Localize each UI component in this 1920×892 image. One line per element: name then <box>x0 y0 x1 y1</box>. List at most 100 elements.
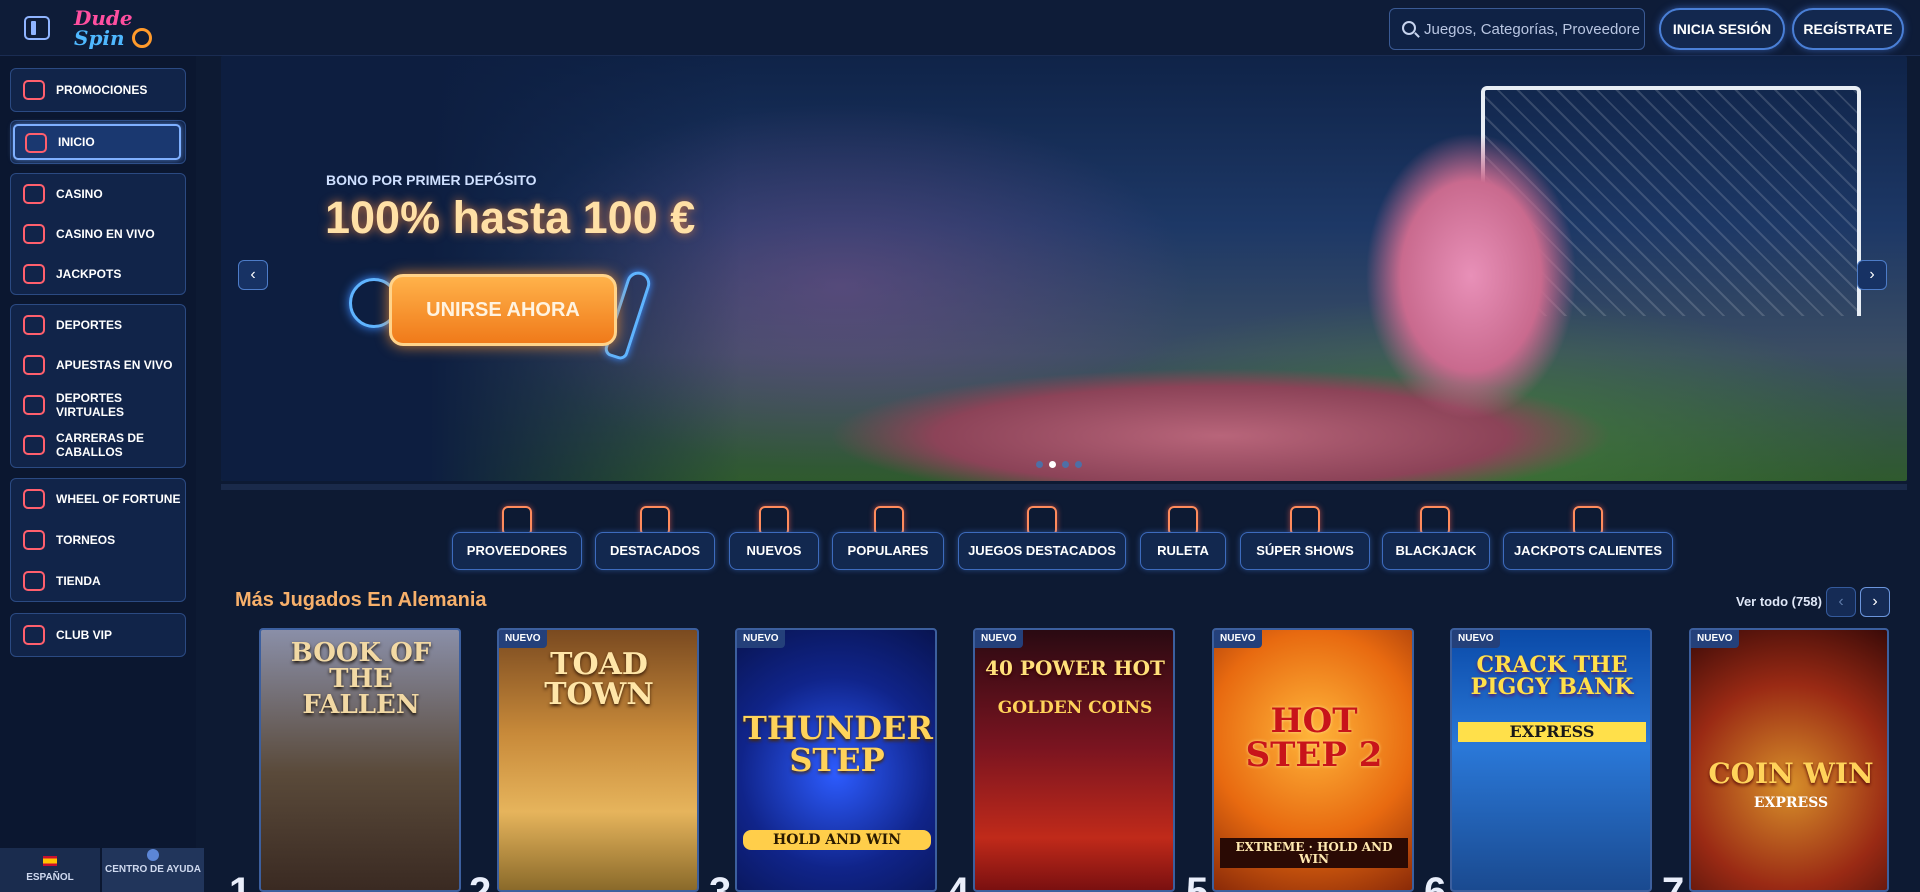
game-tile[interactable]: NUEVO THUNDER STEP HOLD AND WIN <box>735 628 937 892</box>
sidebar-item-label: INICIO <box>58 135 95 149</box>
hero-title: 100% hasta 100 € <box>325 192 696 243</box>
sidebar-group-home: INICIO <box>10 120 186 164</box>
sidebar-group-promotions: PROMOCIONES <box>10 68 186 112</box>
game-subtitle: EXTREME · HOLD AND WIN <box>1220 838 1408 868</box>
spade-icon <box>23 184 45 204</box>
game-subtitle: GOLDEN COINS <box>997 698 1153 718</box>
game-title: CRACK THE PIGGY BANK <box>1470 652 1634 700</box>
megaphone-icon <box>23 80 45 100</box>
game-rank: 6 <box>1424 870 1447 892</box>
hero-prev-button[interactable]: ‹ <box>238 260 268 290</box>
sidebar-item-label: CASINO <box>56 187 103 201</box>
sidebar-item-label: TORNEOS <box>56 533 116 547</box>
game-rank: 1 <box>229 870 252 892</box>
new-badge: NUEVO <box>1214 630 1262 648</box>
game-tile[interactable]: NUEVO HOT STEP 2 EXTREME · HOLD AND WIN <box>1212 628 1414 892</box>
carousel-next-button[interactable]: › <box>1860 587 1890 617</box>
carousel-prev-button[interactable]: ‹ <box>1826 587 1856 617</box>
sidebar-item-label: CARRERAS DE CABALLOS <box>56 431 145 459</box>
search-box[interactable] <box>1389 8 1645 50</box>
logo-text-bottom: Spin <box>74 26 125 50</box>
hero-banner[interactable]: BONO POR PRIMER DEPÓSITO 100% hasta 100 … <box>221 56 1907 481</box>
sidebar-item-home[interactable]: INICIO <box>13 124 181 160</box>
sidebar-item-horse-racing[interactable]: CARRERAS DE CABALLOS <box>11 425 185 465</box>
logo-ball-icon <box>132 28 152 48</box>
wheel-icon <box>23 489 45 509</box>
category-featured[interactable]: DESTACADOS <box>595 532 715 570</box>
cards-icon <box>23 224 45 244</box>
category-new[interactable]: NUEVOS <box>729 532 819 570</box>
game-tile[interactable]: NUEVO CRACK THE PIGGY BANK EXPRESS <box>1450 628 1652 892</box>
sidebar-group-sports: DEPORTES APUESTAS EN VIVO DEPORTES VIRTU… <box>10 304 186 468</box>
sidebar-item-label: CASINO EN VIVO <box>56 227 155 241</box>
sidebar-item-casino[interactable]: CASINO <box>11 174 185 214</box>
crown-icon <box>23 625 45 645</box>
category-super-shows[interactable]: SÚPER SHOWS <box>1240 532 1370 570</box>
login-button[interactable]: INICIA SESIÓN <box>1659 8 1785 50</box>
category-popular[interactable]: POPULARES <box>832 532 944 570</box>
game-rank: 7 <box>1662 870 1685 892</box>
join-now-button[interactable]: UNIRSE AHORA <box>389 274 617 346</box>
game-tile[interactable]: NUEVO TOAD TOWN <box>497 628 699 892</box>
register-button[interactable]: REGÍSTRATE <box>1792 8 1904 50</box>
hero-dot[interactable] <box>1075 461 1082 468</box>
logo[interactable]: Dude Spin <box>70 4 160 52</box>
hero-dot[interactable] <box>1036 461 1043 468</box>
ball-icon <box>23 315 45 335</box>
game-tile[interactable]: NUEVO COIN WIN EXPRESS <box>1689 628 1889 892</box>
game-tile[interactable]: BOOK OF THE FALLEN <box>259 628 461 892</box>
sidebar-toggle-icon[interactable] <box>24 16 50 40</box>
sidebar-item-vip[interactable]: CLUB VIP <box>11 615 185 655</box>
game-subtitle: EXPRESS <box>1458 722 1646 742</box>
sidebar-item-sports[interactable]: DEPORTES <box>11 305 185 345</box>
view-all-link[interactable]: Ver todo (758) <box>1736 594 1822 609</box>
game-rank: 5 <box>1186 870 1209 892</box>
game-rank: 3 <box>709 870 732 892</box>
live-icon <box>23 355 45 375</box>
shopping-bag-icon <box>23 571 45 591</box>
hero-dot-active[interactable] <box>1049 461 1056 468</box>
game-title: 40 POWER HOT <box>985 656 1165 680</box>
sidebar-item-jackpots[interactable]: JACKPOTS <box>11 254 185 294</box>
sidebar-item-wheel[interactable]: WHEEL OF FORTUNE <box>11 479 185 519</box>
sidebar-item-virtual-sports[interactable]: DEPORTES VIRTUALES <box>11 385 185 425</box>
sidebar-item-label: TIENDA <box>56 574 101 588</box>
category-blackjack[interactable]: BLACKJACK <box>1382 532 1490 570</box>
game-title: TOAD TOWN <box>544 647 654 712</box>
sidebar-item-label: DEPORTES <box>56 318 123 332</box>
sidebar-group-vip: CLUB VIP <box>10 613 186 657</box>
new-badge: NUEVO <box>737 630 785 648</box>
sidebar-item-label: JACKPOTS <box>56 267 122 281</box>
sidebar-item-live-casino[interactable]: CASINO EN VIVO <box>11 214 185 254</box>
horse-icon <box>23 435 45 455</box>
sidebar-item-promotions[interactable]: PROMOCIONES <box>11 70 185 110</box>
slot-777-icon <box>23 264 45 284</box>
category-top-games[interactable]: JUEGOS DESTACADOS <box>958 532 1126 570</box>
help-icon <box>147 849 159 861</box>
section-title: Más Jugados En Alemania <box>235 589 487 611</box>
hero-separator <box>221 484 1907 490</box>
sidebar-item-label: CLUB VIP <box>56 628 113 642</box>
game-tile[interactable]: NUEVO 40 POWER HOT GOLDEN COINS <box>973 628 1175 892</box>
category-roulette[interactable]: RULETA <box>1140 532 1226 570</box>
game-title: THUNDER STEP <box>743 709 933 779</box>
sidebar-footer: ESPAÑOL CENTRO DE AYUDA <box>0 848 204 892</box>
hero-dot[interactable] <box>1062 461 1069 468</box>
category-providers[interactable]: PROVEEDORES <box>452 532 582 570</box>
language-selector[interactable]: ESPAÑOL <box>0 848 100 892</box>
sidebar-item-label: APUESTAS EN VIVO <box>56 358 173 372</box>
game-title: COIN WIN <box>1708 757 1874 790</box>
sidebar-item-tournaments[interactable]: TORNEOS <box>11 520 185 560</box>
search-icon <box>1402 21 1416 35</box>
hero-next-button[interactable]: › <box>1857 260 1887 290</box>
help-center-button[interactable]: CENTRO DE AYUDA <box>102 848 204 892</box>
category-hot-jackpots[interactable]: JACKPOTS CALIENTES <box>1503 532 1673 570</box>
search-input[interactable] <box>1424 9 1640 49</box>
sidebar-item-label: PROMOCIONES <box>56 83 148 97</box>
sidebar-item-live-betting[interactable]: APUESTAS EN VIVO <box>11 345 185 385</box>
sidebar-item-shop[interactable]: TIENDA <box>11 561 185 601</box>
hero-pagination <box>1036 461 1096 471</box>
sidebar: PROMOCIONES INICIO CASINO CASINO EN VIVO… <box>0 56 196 892</box>
game-title: HOT STEP 2 <box>1245 701 1383 775</box>
game-subtitle: EXPRESS <box>1753 795 1829 811</box>
